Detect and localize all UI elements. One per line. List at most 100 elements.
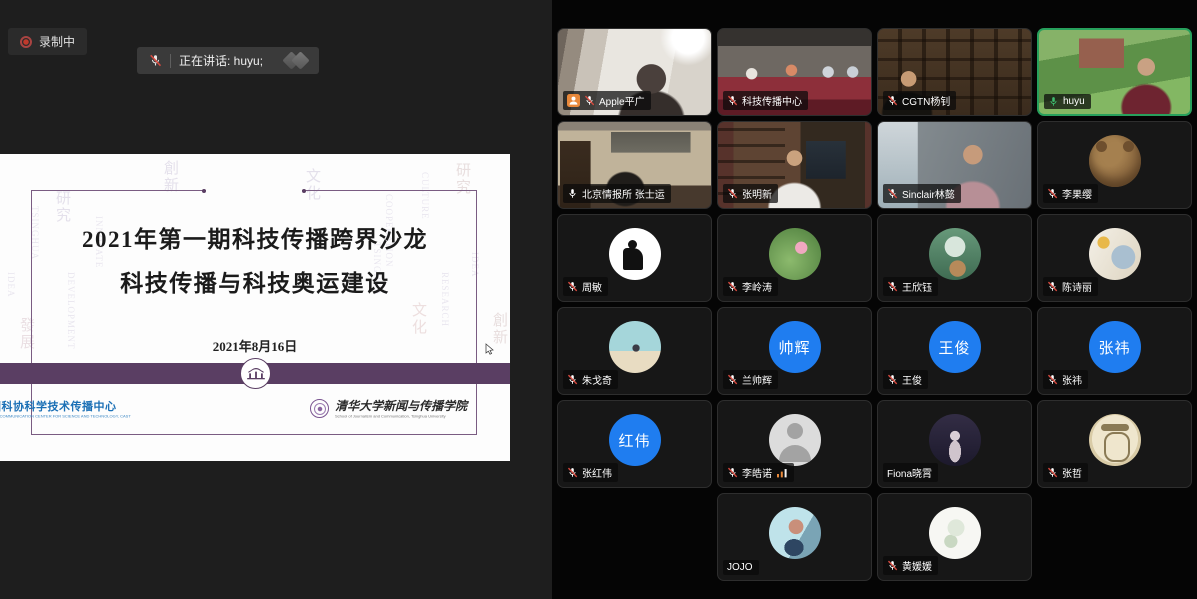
participant-name: CGTN杨钊 <box>902 93 950 108</box>
mic-muted-icon <box>149 54 162 67</box>
speaking-text: 正在讲话: huyu; <box>179 52 263 69</box>
participant-name-tag: 科技传播中心 <box>723 91 808 110</box>
mic-muted-icon <box>727 374 738 385</box>
avatar: 红伟 <box>609 414 661 466</box>
participant-tile[interactable]: 李果缨 <box>1037 121 1192 209</box>
participant-name: 朱戈奇 <box>582 372 612 387</box>
participant-name-tag: 周敏 <box>563 277 608 296</box>
slide-date: 2021年8月16日 <box>0 336 510 355</box>
participant-tile[interactable]: Fiona晓霄 <box>877 400 1032 488</box>
mic-muted-icon <box>887 281 898 292</box>
mic-muted-icon <box>1047 374 1058 385</box>
mic-muted-icon <box>887 374 898 385</box>
participant-tile[interactable]: Apple平广 <box>557 28 712 116</box>
participant-name-tag: huyu <box>1044 94 1091 109</box>
participant-name: 李岭涛 <box>742 279 772 294</box>
participant-tile[interactable]: CGTN杨钊 <box>877 28 1032 116</box>
participant-tile[interactable]: Sinclair林懿 <box>877 121 1032 209</box>
avatar <box>609 321 661 373</box>
participant-tile[interactable]: 李皓诺 <box>717 400 872 488</box>
screen-share-panel: 录制中 正在讲话: huyu; 創新文化研究研究TSINGHUAINNOVATE… <box>0 0 552 599</box>
recording-indicator: 录制中 <box>8 28 87 55</box>
tsinghua-logo-subtitle: School of Journalism and Communication, … <box>335 414 446 417</box>
participant-name-tag: 兰帅辉 <box>723 370 778 389</box>
mic-muted-icon <box>887 188 898 199</box>
participant-name-tag: CGTN杨钊 <box>883 91 956 110</box>
slide-logos: 中国科协科学技术传播中心 NATIONAL COMMUNICATION CENT… <box>0 397 510 419</box>
recording-label: 录制中 <box>39 33 75 50</box>
participant-name-tag: 张红伟 <box>563 463 618 482</box>
participant-name-tag: 陈诗丽 <box>1043 277 1098 296</box>
speaking-banner: 正在讲话: huyu; <box>137 47 319 74</box>
recording-icon <box>20 36 32 48</box>
mic-muted-icon <box>1047 467 1058 478</box>
participant-tile[interactable]: 王欣钰 <box>877 214 1032 302</box>
participant-name-tag: 张明新 <box>723 184 778 203</box>
mic-muted-icon <box>584 95 595 106</box>
participant-tile[interactable]: 张祎 张祎 <box>1037 307 1192 395</box>
participant-tile[interactable]: 朱戈奇 <box>557 307 712 395</box>
avatar <box>929 507 981 559</box>
participant-tile[interactable]: 帅辉 兰帅辉 <box>717 307 872 395</box>
mic-muted-icon <box>727 188 738 199</box>
avatar <box>1089 414 1141 466</box>
cast-logo-name: 中国科协科学技术传播中心 <box>0 398 282 414</box>
participant-name: 黄媛媛 <box>902 558 932 573</box>
participant-tile[interactable]: 李岭涛 <box>717 214 872 302</box>
participant-tile[interactable]: 红伟 张红伟 <box>557 400 712 488</box>
participant-tile[interactable]: 黄媛媛 <box>877 493 1032 581</box>
participant-name: JOJO <box>727 562 753 573</box>
avatar <box>1089 228 1141 280</box>
mic-muted-icon <box>727 281 738 292</box>
participant-name: Apple平广 <box>599 93 645 108</box>
avatar <box>769 414 821 466</box>
mic-muted-icon <box>727 467 738 478</box>
avatar <box>929 414 981 466</box>
presentation-slide: 創新文化研究研究TSINGHUAINNOVATECULTUREIDEA發展DEV… <box>0 154 510 461</box>
mic-muted-icon <box>567 281 578 292</box>
participant-tile[interactable]: huyu <box>1037 28 1192 116</box>
participant-name: 王欣钰 <box>902 279 932 294</box>
participant-tile[interactable]: 陈诗丽 <box>1037 214 1192 302</box>
participant-tile[interactable]: 周敏 <box>557 214 712 302</box>
participant-name-tag: Sinclair林懿 <box>883 184 961 203</box>
watermark-text: 創新 <box>160 160 181 194</box>
tsinghua-gate-icon <box>240 358 271 389</box>
participant-name-tag: 李皓诺 <box>723 463 794 482</box>
participant-name: 李皓诺 <box>742 465 772 480</box>
mic-muted-icon <box>1047 281 1058 292</box>
slide-title-line1: 2021年第一期科技传播跨界沙龙 <box>0 220 510 254</box>
participant-name: 兰帅辉 <box>742 372 772 387</box>
meeting-app-watermark-icon <box>285 54 307 67</box>
tsinghua-logo-icon <box>310 399 329 418</box>
mic-muted-icon <box>567 374 578 385</box>
participant-tile[interactable]: 张哲 <box>1037 400 1192 488</box>
participant-name: 科技传播中心 <box>742 93 802 108</box>
participant-name: 王俊 <box>902 372 922 387</box>
cast-logo-subtitle: NATIONAL COMMUNICATION CENTER FOR SCIENC… <box>0 414 130 417</box>
participant-name: 陈诗丽 <box>1062 279 1092 294</box>
participant-name-tag: 朱戈奇 <box>563 370 618 389</box>
participant-name-tag: Apple平广 <box>563 91 651 110</box>
participant-name-tag: 李岭涛 <box>723 277 778 296</box>
participants-grid: Apple平广 科技传播中心 CGTN杨钊 <box>552 0 1197 599</box>
participant-name: huyu <box>1063 96 1085 107</box>
avatar <box>769 228 821 280</box>
participant-name: 张明新 <box>742 186 772 201</box>
participant-name-tag: 黄媛媛 <box>883 556 938 575</box>
avatar: 张祎 <box>1089 321 1141 373</box>
participant-name: 张哲 <box>1062 465 1082 480</box>
avatar <box>929 228 981 280</box>
mouse-cursor-icon <box>485 342 495 360</box>
participant-name: 北京情报所 张士运 <box>582 186 665 201</box>
participant-tile[interactable]: 北京情报所 张士运 <box>557 121 712 209</box>
participant-name: Sinclair林懿 <box>902 186 955 201</box>
participant-tile[interactable]: 科技传播中心 <box>717 28 872 116</box>
mic-speaking-icon <box>1048 96 1059 107</box>
mic-muted-icon <box>887 560 898 571</box>
participant-tile[interactable]: 王俊 王俊 <box>877 307 1032 395</box>
participant-name-tag: JOJO <box>723 560 759 575</box>
mic-muted-icon <box>1047 188 1058 199</box>
participant-tile[interactable]: JOJO <box>717 493 872 581</box>
participant-tile[interactable]: 张明新 <box>717 121 872 209</box>
